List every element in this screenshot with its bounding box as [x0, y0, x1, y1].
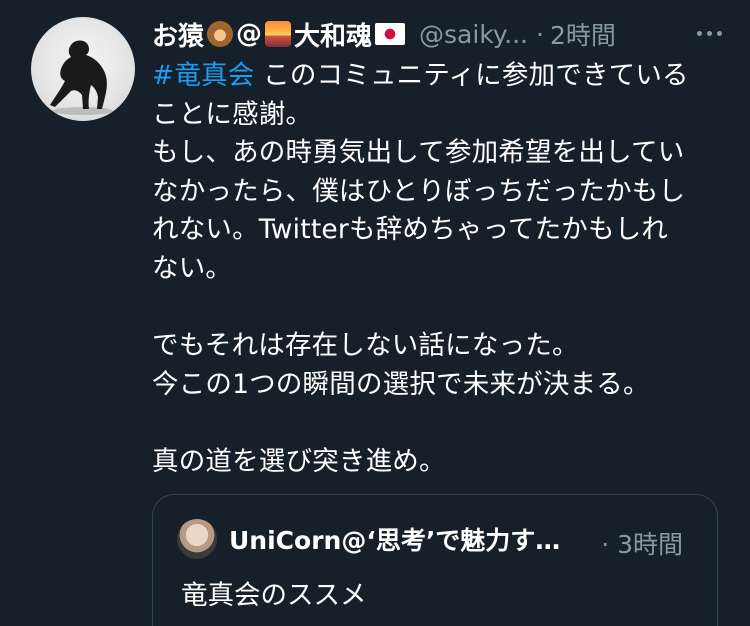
- chimpanzee-avatar-image: [50, 40, 113, 115]
- quoted-tweet-text: 竜真会のススメ: [181, 580, 367, 611]
- tweet-body-text: このコミュニティに参加できている ことに感謝。 もし、あの時勇気出して参加希望を…: [152, 60, 689, 477]
- quoted-tweet[interactable]: UniCorn@‘思考’で魅力す… · 3時間 竜真会のススメ: [152, 494, 718, 626]
- sunrise-emoji-icon: [265, 21, 292, 47]
- quoted-tweet-header: UniCorn@‘思考’で魅力す…: [177, 519, 560, 559]
- quoted-time: 3時間: [617, 530, 683, 559]
- more-dot: [706, 30, 712, 36]
- more-options-icon[interactable]: [692, 16, 726, 50]
- more-dot: [716, 30, 722, 36]
- quoted-separator: ·: [601, 530, 610, 559]
- tweet-timestamp[interactable]: 2時間: [550, 16, 616, 52]
- author-display-name[interactable]: お猿 @ 大和魂: [152, 16, 406, 53]
- tweet-header: お猿 @ 大和魂 @saiky... · 2時間: [152, 12, 724, 56]
- japan-flag-emoji-icon: [375, 23, 406, 45]
- author-handle[interactable]: @saiky...: [419, 20, 528, 49]
- quoted-author-name: UniCorn@‘思考’で魅力す…: [229, 526, 561, 555]
- hashtag-link[interactable]: #竜真会: [152, 60, 255, 91]
- header-separator: ·: [535, 19, 544, 49]
- quoted-tweet-timestamp: · 3時間: [601, 525, 683, 561]
- display-name-suffix: 大和魂: [294, 21, 373, 52]
- quoted-author-avatar: [177, 519, 217, 559]
- display-name-prefix: お猿: [152, 21, 205, 52]
- display-name-at: @: [236, 19, 263, 49]
- tweet[interactable]: お猿 @ 大和魂 @saiky... · 2時間 #竜真会 このコミュニティに参…: [0, 0, 750, 626]
- monkey-emoji-icon: [207, 21, 234, 47]
- more-dot: [696, 30, 702, 36]
- author-avatar[interactable]: [31, 17, 135, 121]
- tweet-body: #竜真会 このコミュニティに参加できている ことに感謝。 もし、あの時勇気出して…: [152, 57, 724, 482]
